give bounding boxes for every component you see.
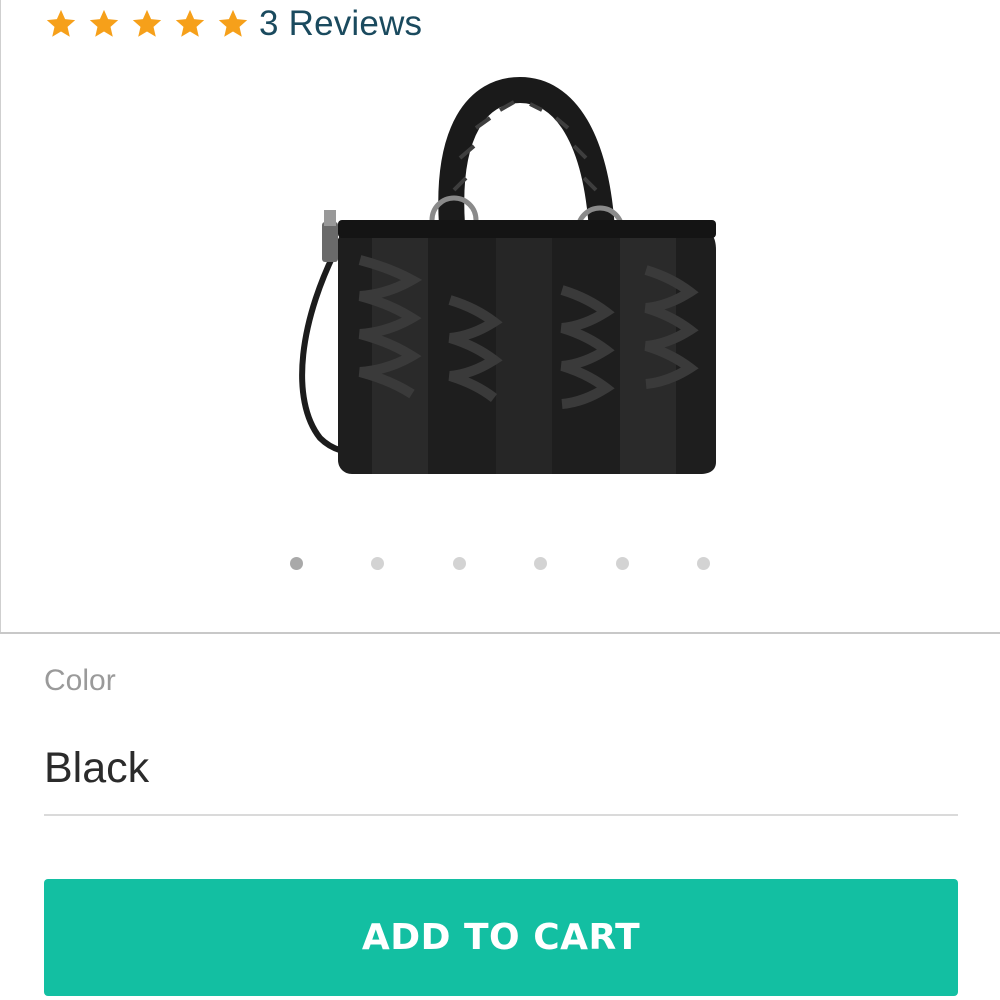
handbag-image[interactable] — [280, 70, 720, 480]
carousel-dot[interactable] — [534, 557, 547, 570]
color-select[interactable]: Black — [44, 738, 958, 816]
star-icon — [173, 7, 207, 41]
carousel-dot[interactable] — [697, 557, 710, 570]
reviews-link[interactable]: 3 Reviews — [259, 2, 422, 46]
product-page: 3 Reviews Color Black ADD TO CART — [0, 0, 1000, 1000]
color-value: Black — [44, 744, 150, 792]
carousel-dot[interactable] — [453, 557, 466, 570]
star-icon — [44, 7, 78, 41]
add-to-cart-button[interactable]: ADD TO CART — [44, 879, 958, 996]
carousel-dot[interactable] — [371, 557, 384, 570]
section-divider — [0, 632, 1000, 634]
star-icon — [87, 7, 121, 41]
color-label: Color — [44, 664, 116, 697]
star-icon — [130, 7, 164, 41]
carousel-dot[interactable] — [290, 557, 303, 570]
carousel-dot[interactable] — [616, 557, 629, 570]
star-icon — [216, 7, 250, 41]
rating-row: 3 Reviews — [44, 2, 422, 46]
carousel-dots — [0, 557, 1000, 577]
product-image-carousel[interactable] — [0, 60, 1000, 580]
